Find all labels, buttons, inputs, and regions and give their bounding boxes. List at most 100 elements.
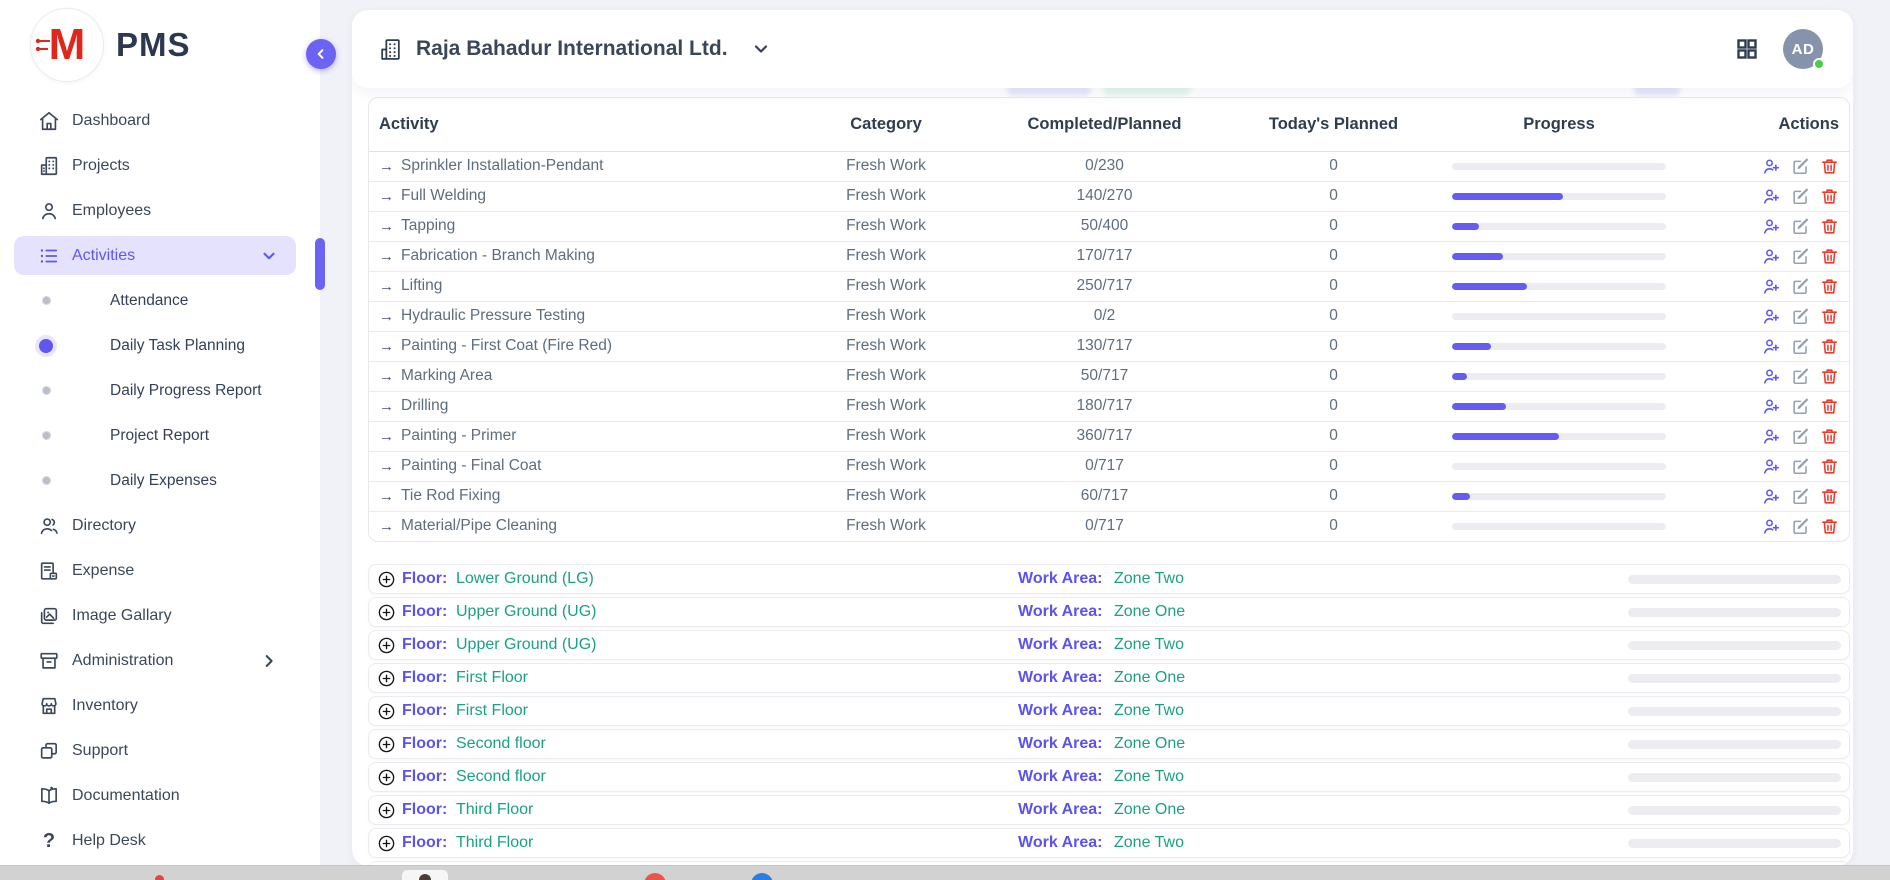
add-user-icon[interactable] (1762, 277, 1781, 296)
user-avatar[interactable]: AD (1783, 29, 1823, 69)
add-user-icon[interactable] (1762, 247, 1781, 266)
completed-planned-value: 0/717 (991, 451, 1218, 481)
sidebar-item-support[interactable]: Support (0, 728, 320, 773)
add-user-icon[interactable] (1762, 427, 1781, 446)
add-user-icon[interactable] (1762, 367, 1781, 386)
delete-icon[interactable] (1820, 277, 1839, 296)
expand-plus-icon[interactable] (377, 735, 396, 754)
taskbar-red-icon[interactable] (644, 873, 666, 880)
completed-planned-value: 130/717 (991, 331, 1218, 361)
sidebar-scrollbar-thumb[interactable] (315, 238, 325, 290)
activity-row: →Painting - First Coat (Fire Red) Fresh … (369, 331, 1850, 361)
expand-plus-icon[interactable] (377, 801, 396, 820)
progress-bar (1452, 193, 1666, 200)
expand-plus-icon[interactable] (377, 768, 396, 787)
chevron-left-icon (314, 47, 328, 61)
sidebar-subitem-daily-task-planning[interactable]: Daily Task Planning (0, 323, 320, 368)
add-user-icon[interactable] (1762, 187, 1781, 206)
delete-icon[interactable] (1820, 517, 1839, 536)
delete-icon[interactable] (1820, 217, 1839, 236)
add-user-icon[interactable] (1762, 517, 1781, 536)
col-completed-planned: Completed/Planned (991, 98, 1218, 151)
sidebar-subitem-label: Daily Expenses (110, 472, 217, 490)
edit-icon[interactable] (1791, 247, 1810, 266)
sidebar-subitem-attendance[interactable]: Attendance (0, 278, 320, 323)
add-user-icon[interactable] (1762, 307, 1781, 326)
expand-plus-icon[interactable] (377, 702, 396, 721)
sidebar-subitem-project-report[interactable]: Project Report (0, 413, 320, 458)
sidebar-item-expense[interactable]: Expense (0, 548, 320, 593)
bullet-dot-icon (42, 386, 51, 395)
sidebar-item-documentation[interactable]: Documentation (0, 773, 320, 818)
delete-icon[interactable] (1820, 247, 1839, 266)
expand-plus-icon[interactable] (377, 669, 396, 688)
sidebar-item-projects[interactable]: Projects (0, 143, 320, 188)
expand-plus-icon[interactable] (377, 570, 396, 589)
delete-icon[interactable] (1820, 337, 1839, 356)
sidebar-collapse-button[interactable] (306, 39, 336, 69)
edit-icon[interactable] (1791, 427, 1810, 446)
edit-icon[interactable] (1791, 337, 1810, 356)
receipt-icon (38, 560, 60, 582)
sidebar-item-directory[interactable]: Directory (0, 503, 320, 548)
delete-icon[interactable] (1820, 187, 1839, 206)
taskbar-app-icon[interactable] (402, 870, 448, 880)
people-icon (38, 515, 60, 537)
delete-icon[interactable] (1820, 457, 1839, 476)
activity-name: Painting - Final Coat (401, 457, 541, 475)
progress-bar (1452, 523, 1666, 530)
sidebar-subitem-daily-progress-report[interactable]: Daily Progress Report (0, 368, 320, 413)
floor-value: Lower Ground (LG) (456, 565, 594, 593)
arrow-right-icon: → (379, 218, 394, 235)
sidebar-subitem-daily-expenses[interactable]: Daily Expenses (0, 458, 320, 503)
expand-plus-icon[interactable] (377, 834, 396, 853)
expand-plus-icon[interactable] (377, 636, 396, 655)
sidebar-item-activities[interactable]: Activities (0, 233, 320, 278)
sidebar-item-label: Activities (72, 247, 135, 265)
edit-icon[interactable] (1791, 397, 1810, 416)
edit-icon[interactable] (1791, 517, 1810, 536)
floor-value: Upper Ground (UG) (456, 631, 597, 659)
edit-icon[interactable] (1791, 307, 1810, 326)
edit-icon[interactable] (1791, 487, 1810, 506)
floor-progress-bar (1628, 575, 1841, 584)
delete-icon[interactable] (1820, 487, 1839, 506)
work-area-value: Zone Two (1114, 829, 1184, 857)
delete-icon[interactable] (1820, 397, 1839, 416)
delete-icon[interactable] (1820, 367, 1839, 386)
delete-icon[interactable] (1820, 157, 1839, 176)
completed-planned-value: 50/717 (991, 361, 1218, 391)
edit-icon[interactable] (1791, 457, 1810, 476)
work-area-value: Zone Two (1114, 697, 1184, 725)
edit-icon[interactable] (1791, 187, 1810, 206)
sidebar-item-administration[interactable]: Administration (0, 638, 320, 683)
add-user-icon[interactable] (1762, 487, 1781, 506)
add-user-icon[interactable] (1762, 397, 1781, 416)
edit-icon[interactable] (1791, 367, 1810, 386)
logo-m-icon: M (49, 23, 86, 67)
taskbar-blue-icon[interactable] (751, 873, 773, 880)
edit-icon[interactable] (1791, 157, 1810, 176)
edit-icon[interactable] (1791, 277, 1810, 296)
sidebar-item-employees[interactable]: Employees (0, 188, 320, 233)
add-user-icon[interactable] (1762, 157, 1781, 176)
company-selector[interactable]: Raja Bahadur International Ltd. (378, 37, 771, 62)
floor-label: Floor: (402, 664, 447, 692)
arrow-right-icon: → (379, 158, 394, 175)
add-user-icon[interactable] (1762, 217, 1781, 236)
delete-icon[interactable] (1820, 427, 1839, 446)
col-progress: Progress (1449, 98, 1669, 151)
expand-plus-icon[interactable] (377, 603, 396, 622)
app-logo: M PMS (30, 8, 191, 82)
sidebar-item-image-gallary[interactable]: Image Gallary (0, 593, 320, 638)
apps-grid-icon[interactable] (1735, 37, 1759, 61)
sidebar-item-inventory[interactable]: Inventory (0, 683, 320, 728)
sidebar-item-help-desk[interactable]: ? Help Desk (0, 818, 320, 863)
sidebar-item-dashboard[interactable]: Dashboard (0, 98, 320, 143)
logo-circle: M (30, 8, 104, 82)
edit-icon[interactable] (1791, 217, 1810, 236)
add-user-icon[interactable] (1762, 457, 1781, 476)
chevron-down-icon (751, 39, 771, 59)
delete-icon[interactable] (1820, 307, 1839, 326)
add-user-icon[interactable] (1762, 337, 1781, 356)
